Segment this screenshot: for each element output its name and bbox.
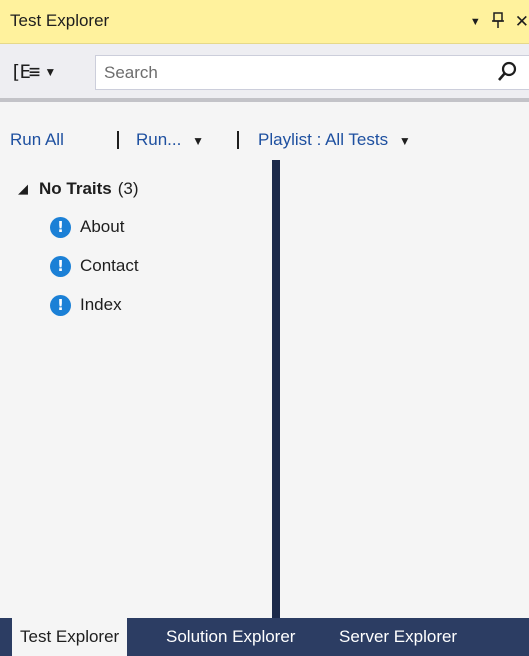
titlebar-icons: ▼ ✕ <box>470 8 529 36</box>
run-all-link[interactable]: Run All <box>10 130 64 150</box>
chevron-down-icon: ▼ <box>398 134 411 148</box>
search-icon[interactable] <box>494 59 520 85</box>
not-run-status-icon: ! <box>50 255 71 277</box>
test-name: Index <box>80 295 122 314</box>
dropdown-arrow-icon[interactable]: ▼ <box>470 16 481 28</box>
window-title: Test Explorer <box>10 11 110 30</box>
close-icon[interactable]: ✕ <box>515 12 529 32</box>
search-input[interactable] <box>104 62 484 84</box>
tree-group-no-traits[interactable]: ◢ No Traits (3) <box>18 174 139 204</box>
group-by-icon: [E≡ <box>10 61 40 83</box>
tab-test-explorer[interactable]: Test Explorer <box>12 618 128 656</box>
pin-icon[interactable] <box>491 11 505 34</box>
not-run-status-icon: ! <box>50 216 71 238</box>
test-item[interactable]: ! Contact <box>50 251 139 281</box>
pin-icon-svg <box>491 11 504 28</box>
group-by-button[interactable]: [E≡ ▼ <box>10 56 88 88</box>
run-dropdown[interactable]: Run... ▼ <box>136 130 204 150</box>
test-item[interactable]: ! About <box>50 212 124 242</box>
search-icon-svg <box>498 61 517 81</box>
test-name: About <box>80 217 125 236</box>
toolbar: [E≡ ▼ <box>0 44 529 102</box>
search-box[interactable] <box>95 55 529 90</box>
group-count: (3) <box>117 179 139 198</box>
playlist-dropdown[interactable]: Playlist : All Tests ▼ <box>258 130 411 150</box>
test-item[interactable]: ! Index <box>50 290 122 320</box>
command-bar: Run All Run... ▼ Playlist : All Tests ▼ <box>0 102 529 160</box>
separator <box>117 131 119 149</box>
not-run-status-icon: ! <box>50 294 71 316</box>
playlist-label: Playlist : All Tests <box>258 130 389 149</box>
expand-triangle-icon[interactable]: ◢ <box>18 181 28 197</box>
group-name: No Traits <box>39 179 112 198</box>
chevron-down-icon: ▼ <box>44 65 57 79</box>
separator <box>237 131 239 149</box>
test-name: Contact <box>80 256 139 275</box>
chevron-down-icon: ▼ <box>192 134 204 148</box>
run-label: Run... <box>136 130 182 149</box>
tab-server-explorer[interactable]: Server Explorer <box>331 618 465 656</box>
test-details-pane <box>280 160 529 618</box>
tool-window-titlebar: Test Explorer ▼ ✕ <box>0 0 529 44</box>
pane-splitter[interactable] <box>272 160 280 618</box>
tab-solution-explorer[interactable]: Solution Explorer <box>158 618 303 656</box>
tool-window-tabs: Test Explorer Solution Explorer Server E… <box>0 618 529 656</box>
